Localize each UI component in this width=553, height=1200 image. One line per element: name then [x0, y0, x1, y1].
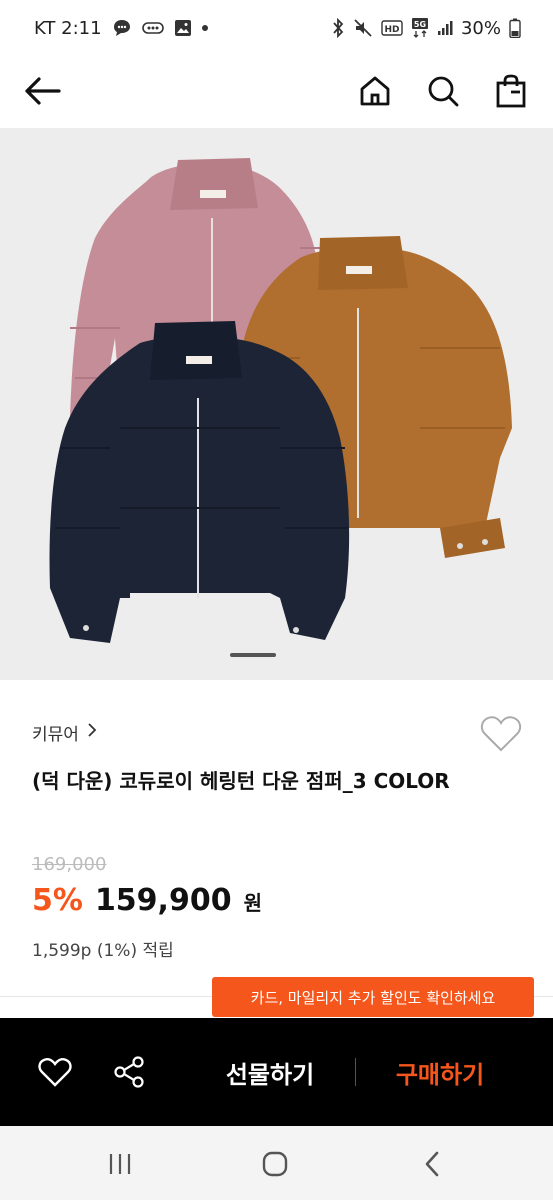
reward-points: 1,599p (1%) 적립 — [32, 941, 174, 961]
battery-percent: 30% — [460, 17, 501, 39]
gallery-icon — [174, 19, 192, 37]
brand-link[interactable]: 키뮤어 — [32, 720, 97, 745]
5g-icon: 5G — [411, 17, 429, 39]
app-badge-icon — [141, 20, 164, 36]
share-icon[interactable] — [107, 1050, 151, 1094]
shopping-bag-icon[interactable] — [491, 71, 531, 111]
bottom-action-bar: 선물하기 구매하기 — [0, 1018, 553, 1126]
price-row: 5% 159,900 원 — [32, 883, 262, 918]
signal-icon — [437, 20, 453, 36]
bluetooth-icon — [331, 18, 345, 38]
status-bar: KT 2:11 HD 5G 30% — [0, 0, 553, 56]
wishlist-heart-icon[interactable] — [480, 714, 522, 756]
back-arrow-icon[interactable] — [22, 71, 62, 111]
carrier-time: KT 2:11 — [34, 17, 102, 39]
battery-icon — [509, 18, 521, 38]
brand-name: 키뮤어 — [32, 725, 79, 745]
carousel-indicator — [230, 653, 276, 657]
notification-dot — [201, 25, 208, 31]
chat-icon — [112, 18, 132, 38]
chevron-right-icon — [87, 722, 97, 743]
svg-text:HD: HD — [384, 25, 399, 35]
discount-rate: 5% — [32, 883, 83, 918]
top-nav — [0, 56, 553, 126]
recent-apps-icon[interactable] — [98, 1144, 142, 1184]
divider — [355, 1058, 356, 1086]
wishlist-heart-icon-bottom[interactable] — [33, 1050, 77, 1094]
buy-button[interactable]: 구매하기 — [370, 1018, 510, 1126]
hd-icon: HD — [381, 20, 403, 36]
back-button-icon[interactable] — [410, 1144, 454, 1184]
search-icon[interactable] — [423, 71, 463, 111]
home-icon[interactable] — [355, 71, 395, 111]
product-image — [49, 158, 512, 643]
currency-unit: 원 — [243, 891, 262, 915]
promo-tooltip[interactable]: 카드, 마일리지 추가 할인도 확인하세요 — [212, 977, 534, 1017]
original-price: 169,000 — [32, 854, 107, 875]
product-image-carousel[interactable] — [0, 128, 553, 680]
system-navigation-bar — [0, 1126, 553, 1200]
svg-text:5G: 5G — [414, 20, 426, 29]
mute-icon — [353, 18, 373, 38]
home-button-icon[interactable] — [253, 1144, 297, 1184]
gift-button[interactable]: 선물하기 — [200, 1018, 340, 1126]
sale-price: 159,900 — [94, 883, 232, 918]
product-title: (덕 다운) 코듀로이 헤링턴 다운 점퍼_3 COLOR — [32, 769, 450, 793]
